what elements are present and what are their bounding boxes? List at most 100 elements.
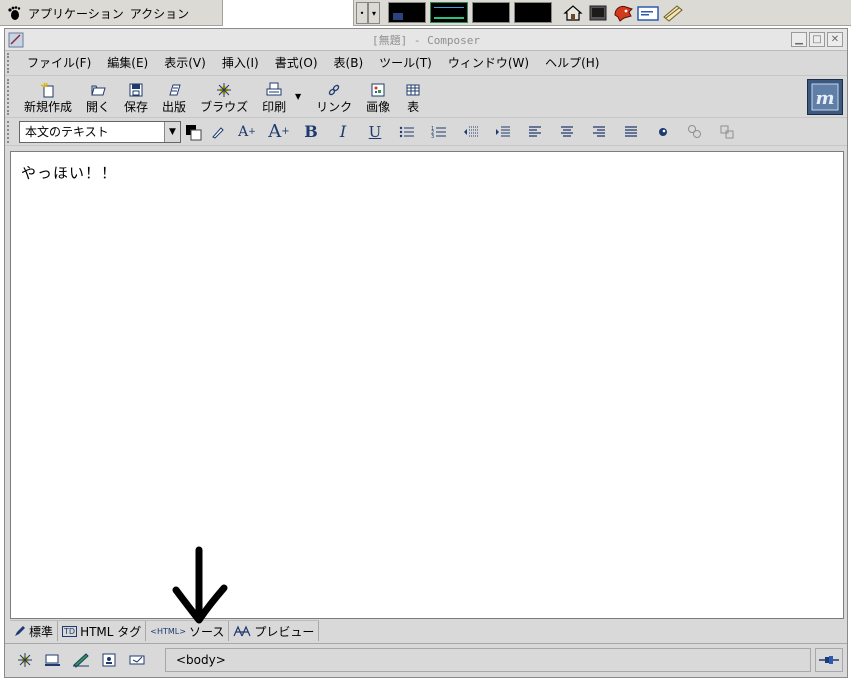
increase-font-size-icon[interactable]: A + xyxy=(263,121,295,143)
print-button[interactable]: 印刷 xyxy=(255,82,293,114)
new-button[interactable]: 新規作成 xyxy=(17,82,79,114)
component-bar xyxy=(5,650,165,670)
tab-html-tags-label: HTML タグ xyxy=(80,624,142,639)
tab-normal[interactable]: 標準 xyxy=(10,621,59,641)
layer-order-icon[interactable] xyxy=(711,121,743,143)
open-label: 開く xyxy=(86,100,111,114)
align-center-icon[interactable] xyxy=(551,121,583,143)
tab-html-tags[interactable]: TD HTML タグ xyxy=(58,621,147,641)
browse-icon xyxy=(215,82,233,98)
bullet-list-icon[interactable] xyxy=(391,121,423,143)
decrease-font-size-icon[interactable]: A + xyxy=(231,121,263,143)
maximize-icon[interactable]: □ xyxy=(809,32,825,47)
close-icon[interactable]: ✕ xyxy=(827,32,843,47)
browse-label: ブラウズ xyxy=(200,100,249,114)
open-button[interactable]: 開く xyxy=(79,82,117,114)
print-icon xyxy=(265,82,283,98)
address-book-icon[interactable] xyxy=(97,650,121,670)
window-list-icon[interactable] xyxy=(636,1,660,25)
title-bar[interactable]: [無題] - Composer ▁ □ ✕ xyxy=(5,29,847,51)
panel-dropdown-icon[interactable]: ▾ xyxy=(368,2,380,24)
format-toolbar: 本文のテキスト ▼ A + A + B I U 123 xyxy=(5,118,847,146)
workspace-4[interactable] xyxy=(514,2,552,23)
publish-label: 出版 xyxy=(162,100,187,114)
justify-icon[interactable] xyxy=(615,121,647,143)
editor-content[interactable]: やっほい！！ xyxy=(21,162,117,183)
menu-edit[interactable]: 編集(E) xyxy=(99,53,156,73)
table-label: 表 xyxy=(407,100,420,114)
panel-dot-icon[interactable]: • xyxy=(356,2,368,24)
navigator-icon[interactable] xyxy=(13,650,37,670)
underline-button[interactable]: U xyxy=(359,121,391,143)
align-right-icon[interactable] xyxy=(583,121,615,143)
editor-area[interactable]: やっほい！！ xyxy=(10,151,844,619)
align-left-icon[interactable] xyxy=(519,121,551,143)
td-tag-icon: TD xyxy=(62,625,78,637)
notes-icon[interactable] xyxy=(661,1,685,25)
publish-icon xyxy=(165,82,183,98)
outdent-icon[interactable] xyxy=(455,121,487,143)
save-icon xyxy=(127,82,145,98)
text-color-icon[interactable] xyxy=(181,121,205,143)
mail-icon[interactable] xyxy=(41,650,65,670)
italic-button[interactable]: I xyxy=(327,121,359,143)
menu-tools[interactable]: ツール(T) xyxy=(371,53,440,73)
bold-button[interactable]: B xyxy=(295,121,327,143)
workspace-1[interactable] xyxy=(388,2,426,23)
workspace-3[interactable] xyxy=(472,2,510,23)
composition-toolbar: 新規作成 開く 保存 出版 ブラウズ 印刷 ▼ リンク 画像 表 m xyxy=(5,76,847,118)
new-label: 新規作成 xyxy=(24,100,73,114)
paragraph-style-value: 本文のテキスト xyxy=(25,125,109,139)
image-button[interactable]: 画像 xyxy=(359,82,397,114)
gnome-foot-icon xyxy=(8,6,21,20)
publish-button[interactable]: 出版 xyxy=(155,82,193,114)
new-document-icon xyxy=(39,82,57,98)
print-label: 印刷 xyxy=(262,100,287,114)
absolute-position-icon[interactable] xyxy=(679,121,711,143)
menu-window[interactable]: ウィンドウ(W) xyxy=(440,53,537,73)
status-tag-path[interactable]: <body> xyxy=(165,647,811,672)
tab-preview[interactable]: プレビュー xyxy=(229,621,320,641)
actions-menu-label[interactable]: アクション xyxy=(130,5,189,22)
print-dropdown-icon[interactable]: ▼ xyxy=(293,78,303,114)
chevron-down-icon[interactable]: ▼ xyxy=(164,121,180,142)
terminal-icon[interactable] xyxy=(586,1,610,25)
online-status-icon[interactable] xyxy=(815,647,843,672)
chat-icon[interactable] xyxy=(125,650,149,670)
menu-help[interactable]: ヘルプ(H) xyxy=(537,53,607,73)
tab-normal-label: 標準 xyxy=(29,624,54,639)
menu-table[interactable]: 表(B) xyxy=(326,53,372,73)
menu-view[interactable]: 表示(V) xyxy=(156,53,214,73)
menu-file[interactable]: ファイル(F) xyxy=(19,53,99,73)
annotation-arrow-icon xyxy=(172,546,228,624)
browse-button[interactable]: ブラウズ xyxy=(193,82,255,114)
home-folder-icon[interactable] xyxy=(561,1,585,25)
minimize-icon[interactable]: ▁ xyxy=(791,32,807,47)
composer-window: [無題] - Composer ▁ □ ✕ ファイル(F) 編集(E) 表示(V… xyxy=(4,28,848,678)
workspace-2[interactable] xyxy=(430,2,468,23)
numbered-list-icon[interactable]: 123 xyxy=(423,121,455,143)
applications-menu[interactable]: アプリケーション アクション xyxy=(2,2,193,24)
menu-format[interactable]: 書式(O) xyxy=(267,53,326,73)
pencil-icon xyxy=(15,626,25,636)
paragraph-style-select[interactable]: 本文のテキスト ▼ xyxy=(19,120,181,143)
panel-launchers xyxy=(561,1,685,25)
anchor-icon[interactable] xyxy=(647,121,679,143)
formatbar-grip[interactable] xyxy=(7,121,13,143)
indent-icon[interactable] xyxy=(487,121,519,143)
gaim-icon[interactable] xyxy=(611,1,635,25)
top-panel: アプリケーション アクション • ▾ xyxy=(0,0,851,26)
table-button[interactable]: 表 xyxy=(397,82,429,114)
highlight-color-icon[interactable] xyxy=(205,121,231,143)
link-button[interactable]: リンク xyxy=(309,82,359,114)
save-button[interactable]: 保存 xyxy=(117,82,155,114)
applications-menu-label[interactable]: アプリケーション xyxy=(28,5,124,22)
svg-text:m: m xyxy=(815,88,834,109)
menu-insert[interactable]: 挿入(I) xyxy=(214,53,267,73)
composer-icon[interactable] xyxy=(69,650,93,670)
toolbar-grip[interactable] xyxy=(7,79,13,115)
save-label: 保存 xyxy=(124,100,149,114)
status-bar: <body> xyxy=(5,643,847,675)
menubar-grip[interactable] xyxy=(7,53,13,73)
throbber-logo[interactable]: m xyxy=(807,79,843,115)
